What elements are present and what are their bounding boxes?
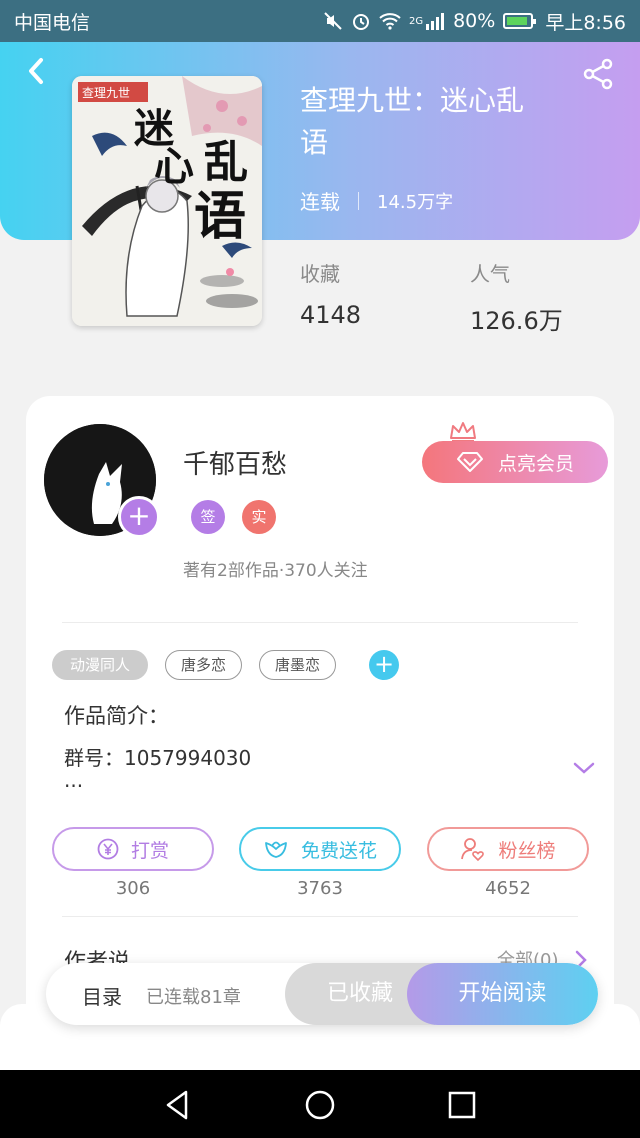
follow-author-button[interactable]: + <box>118 496 160 538</box>
intro-text: 群号：1057994030 <box>64 746 252 770</box>
nav-recents-icon[interactable] <box>445 1088 479 1122</box>
cover-title-char-2: 心 <box>154 143 194 190</box>
nav-back-icon[interactable] <box>160 1088 194 1122</box>
popularity-stat: 人气 126.6万 <box>470 258 563 336</box>
tag-tang-mo[interactable]: 唐墨恋 <box>259 650 336 680</box>
fans-ranking-button[interactable]: 粉丝榜 <box>427 827 589 871</box>
intro-heading: 作品简介： <box>64 704 169 728</box>
toc-button[interactable]: 目录 <box>82 981 122 1010</box>
wifi-icon <box>379 13 401 30</box>
send-flower-button[interactable]: 免费送花 <box>239 827 401 871</box>
battery-icon <box>503 13 537 29</box>
meta-separator <box>358 191 359 210</box>
popularity-label: 人气 <box>470 262 510 286</box>
mute-icon <box>324 12 342 30</box>
alarm-icon <box>352 14 369 30</box>
book-title-line-2: 语 <box>300 126 329 159</box>
cover-title-char-4: 语 <box>194 186 247 247</box>
author-name[interactable]: 千郁百愁 <box>183 444 287 481</box>
card-divider-2 <box>62 916 578 917</box>
share-icon[interactable] <box>580 56 616 92</box>
user-heart-icon <box>461 838 485 862</box>
vip-button-label: 点亮会员 <box>497 452 574 475</box>
yen-coin-icon <box>97 838 119 860</box>
intro-ellipsis: ... <box>64 768 84 792</box>
crown-icon <box>450 422 476 442</box>
diamond-icon <box>456 452 483 472</box>
clock: 早上8:56 <box>545 11 626 34</box>
popularity-value: 126.6万 <box>470 307 563 335</box>
book-cover[interactable]: 查理九世 迷 心 乱 语 <box>72 76 262 326</box>
status-indicators: 2G 80% 早上8:56 <box>323 8 626 35</box>
add-tag-button[interactable]: + <box>369 650 399 680</box>
collect-label: 收藏 <box>300 262 340 286</box>
fans-ranking-label: 粉丝榜 <box>498 839 556 862</box>
send-flower-label: 免费送花 <box>300 839 377 862</box>
signed-badge: 签 <box>191 500 225 534</box>
flower-count: 3763 <box>297 878 343 899</box>
collect-value: 4148 <box>300 301 362 329</box>
system-nav-bar <box>0 1070 640 1138</box>
status-bar: 中国电信 2G 80% 早上8:56 <box>0 0 640 42</box>
serial-status: 连载 <box>300 190 340 214</box>
chapter-count[interactable]: 已连载81章 <box>146 983 241 1009</box>
signal-icon <box>426 13 445 30</box>
author-stats: 著有2部作品·370人关注 <box>183 561 368 581</box>
reward-count: 306 <box>115 878 151 899</box>
vip-button[interactable]: 点亮会员 <box>422 441 608 483</box>
carrier-label: 中国电信 <box>14 11 91 34</box>
verified-badge: 实 <box>242 500 276 534</box>
reward-button[interactable]: 打赏 <box>52 827 214 871</box>
tag-tang-duo[interactable]: 唐多恋 <box>165 650 242 680</box>
collect-stat: 收藏 4148 <box>300 258 361 329</box>
nav-home-icon[interactable] <box>303 1088 337 1122</box>
tag-anime[interactable]: 动漫同人 <box>52 650 148 680</box>
flower-icon <box>265 841 287 858</box>
word-count: 14.5万字 <box>377 191 454 213</box>
book-title-line-1: 查理九世：迷心乱 <box>300 84 525 117</box>
reading-action-bar: 目录 已连载81章 已收藏 开始阅读 <box>46 963 598 1025</box>
book-meta: 连载 14.5万字 <box>300 186 453 215</box>
battery-percent: 80% <box>453 10 496 32</box>
chevron-down-icon[interactable] <box>572 760 596 776</box>
book-title: 查理九世：迷心乱 语 <box>300 80 600 164</box>
fans-count: 4652 <box>485 878 531 899</box>
reward-label: 打赏 <box>130 839 169 862</box>
back-icon[interactable] <box>22 56 52 86</box>
card-divider-1 <box>62 622 578 623</box>
start-reading-button[interactable]: 开始阅读 <box>407 963 598 1025</box>
network-type-label: 2G <box>408 15 424 27</box>
cover-series-label: 查理九世 <box>82 86 131 100</box>
